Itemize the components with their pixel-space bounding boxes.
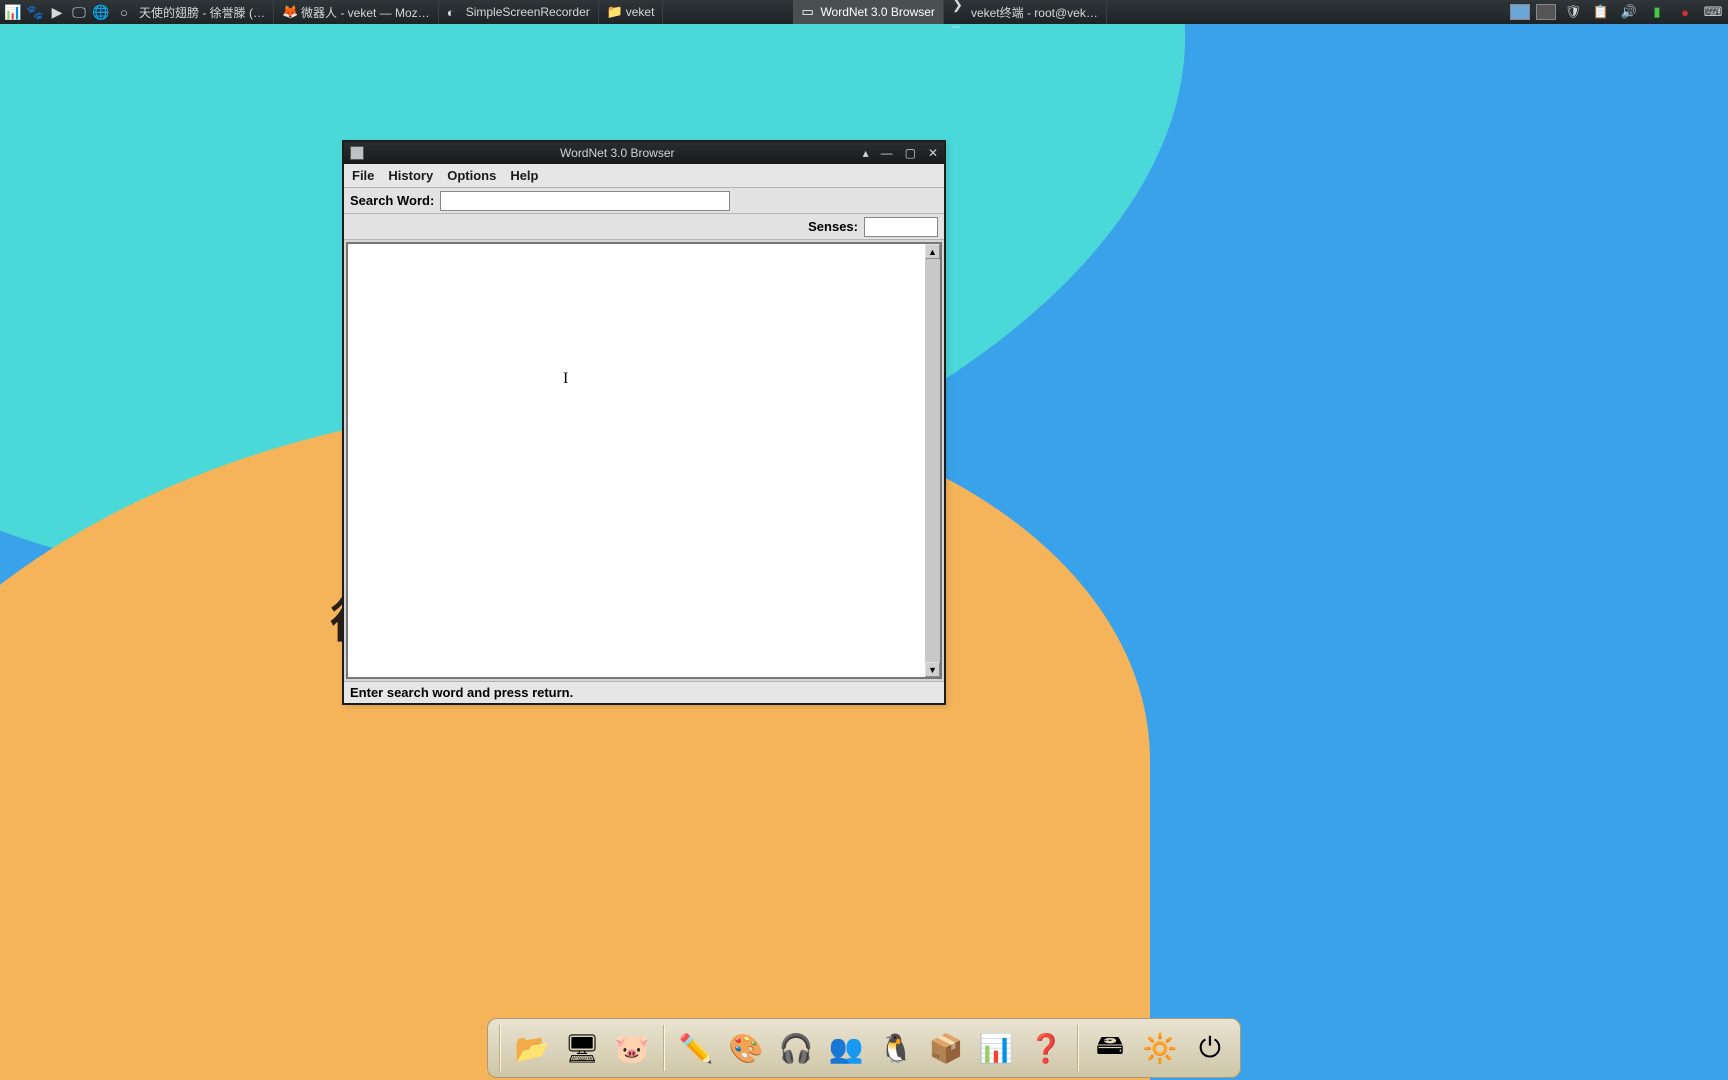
wordnet-window: WordNet 3.0 Browser ▴ — ▢ ✕ File History… — [342, 140, 946, 705]
record-red-icon[interactable]: ● — [1674, 2, 1696, 22]
senses-row: Senses: — [344, 214, 944, 240]
search-input[interactable] — [440, 191, 730, 211]
dock-paint-icon[interactable]: 🎨 — [724, 1026, 768, 1070]
window-switch-icon[interactable] — [1536, 4, 1556, 20]
task-recorder[interactable]: ◐ SimpleScreenRecorder — [439, 0, 599, 24]
taskbar-tray: 🛡 📋 🔊 ▮ ● ⌨ — [1510, 2, 1728, 22]
play-icon[interactable]: ▶ — [46, 2, 68, 22]
shade-button[interactable]: ▴ — [863, 146, 869, 160]
dock-penguin-icon[interactable]: 🐧 — [874, 1026, 918, 1070]
task-label: 天使的翅膀 - 徐誉滕 (… — [139, 4, 265, 21]
dock-display-icon[interactable]: 🖥 — [560, 1026, 604, 1070]
dock-write-icon[interactable]: ✏️ — [674, 1026, 718, 1070]
battery-icon[interactable]: ▮ — [1646, 2, 1668, 22]
minimize-button[interactable]: — — [881, 146, 893, 160]
close-button[interactable]: ✕ — [928, 146, 938, 160]
text-cursor-icon: I — [563, 370, 568, 388]
menubar: File History Options Help — [344, 164, 944, 188]
task-music[interactable]: ○ 天使的翅膀 - 徐誉滕 (… — [112, 0, 274, 24]
keyboard-icon[interactable]: ⌨ — [1702, 2, 1724, 22]
menu-help[interactable]: Help — [510, 168, 538, 183]
maximize-button[interactable]: ▢ — [905, 146, 916, 160]
window-icon: ▭ — [801, 5, 815, 19]
scrollbar[interactable]: ▲ ▼ — [925, 244, 940, 677]
dock: 📂 🖥 🐷 ✏️ 🎨 🎧 👥 🐧 📦 📊 ❓ 🖴 🔆 ⏻ — [487, 1018, 1241, 1078]
taskbar: 📊 🐾 ▶ 🖵 🌐 ○ 天使的翅膀 - 徐誉滕 (… 🦊 微器人 - veket —… — [0, 0, 1728, 24]
globe-icon[interactable]: 🌐 — [90, 2, 112, 22]
task-label: 微器人 - veket — Moz… — [301, 4, 430, 21]
window-title: WordNet 3.0 Browser — [372, 146, 863, 160]
dock-package-icon[interactable]: 📦 — [924, 1026, 968, 1070]
recorder-icon: ◐ — [447, 5, 461, 19]
taskbar-launchers: 📊 🐾 ▶ 🖵 🌐 — [0, 2, 112, 22]
dock-power-icon[interactable]: ⏻ — [1188, 1026, 1232, 1070]
record-icon: ○ — [120, 5, 134, 19]
menu-options[interactable]: Options — [447, 168, 496, 183]
titlebar[interactable]: WordNet 3.0 Browser ▴ — ▢ ✕ — [344, 142, 944, 164]
dock-files-icon[interactable]: 📂 — [510, 1026, 554, 1070]
terminal-icon: ❯_ — [952, 5, 966, 19]
display-icon[interactable] — [1510, 4, 1530, 20]
dock-brightness-icon[interactable]: 🔆 — [1138, 1026, 1182, 1070]
senses-label: Senses: — [808, 219, 858, 234]
task-wordnet[interactable]: ▭ WordNet 3.0 Browser — [793, 0, 944, 24]
terminal-icon[interactable]: 🖵 — [68, 2, 90, 22]
shield-icon[interactable]: 🛡 — [1562, 2, 1584, 22]
scroll-up-button[interactable]: ▲ — [925, 244, 940, 259]
folder-icon: 📁 — [607, 5, 621, 19]
content-wrap: I ▲ ▼ — [344, 240, 944, 681]
app-icon — [350, 146, 364, 160]
task-label: SimpleScreenRecorder — [466, 5, 590, 19]
task-label: WordNet 3.0 Browser — [820, 5, 935, 19]
status-text: Enter search word and press return. — [350, 685, 573, 700]
menu-file[interactable]: File — [352, 168, 374, 183]
dock-users-icon[interactable]: 👥 — [824, 1026, 868, 1070]
dock-music-icon[interactable]: 🎧 — [774, 1026, 818, 1070]
scroll-down-button[interactable]: ▼ — [925, 662, 940, 677]
senses-input[interactable] — [864, 217, 938, 237]
search-row: Search Word: — [344, 188, 944, 214]
menu-history[interactable]: History — [388, 168, 433, 183]
firefox-icon: 🦊 — [282, 5, 296, 19]
task-label: veket — [626, 5, 655, 19]
monitor-icon[interactable]: 📊 — [2, 2, 24, 22]
clipboard-icon[interactable]: 📋 — [1590, 2, 1612, 22]
search-label: Search Word: — [350, 193, 434, 208]
task-firefox[interactable]: 🦊 微器人 - veket — Moz… — [274, 0, 439, 24]
dock-chart-icon[interactable]: 📊 — [974, 1026, 1018, 1070]
desktop: 徉 📊 🐾 ▶ 🖵 🌐 ○天使的翅膀 - 徐誉滕 (… 🦊微器人 - veket… — [0, 0, 1728, 1080]
content-border: I ▲ ▼ — [346, 242, 942, 679]
results-area[interactable]: I — [348, 244, 925, 677]
task-files[interactable]: 📁 veket — [599, 0, 664, 24]
veket-icon[interactable]: 🐾 — [24, 2, 46, 22]
task-label: veket终端 - root@vek… — [971, 4, 1098, 21]
scroll-track[interactable] — [925, 259, 940, 662]
speaker-icon[interactable]: 🔊 — [1618, 2, 1640, 22]
task-terminal[interactable]: ❯_ veket终端 - root@vek… — [944, 0, 1107, 24]
dock-help-icon[interactable]: ❓ — [1024, 1026, 1068, 1070]
dock-mascot-icon[interactable]: 🐷 — [610, 1026, 654, 1070]
statusbar: Enter search word and press return. — [344, 681, 944, 703]
dock-drive-icon[interactable]: 🖴 — [1088, 1026, 1132, 1070]
